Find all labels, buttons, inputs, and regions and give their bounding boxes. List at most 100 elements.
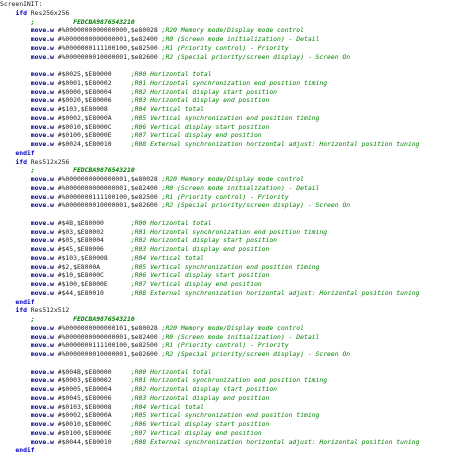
- code-instruction: move.w: [30, 192, 54, 201]
- code-line: move.w #$0010,$E8000C ;R06 Vertical disp…: [0, 123, 474, 132]
- code-instruction: move.w: [30, 122, 54, 131]
- code-bit-header-comment: ; FEDCBA9876543210: [30, 17, 135, 26]
- code-line: move.w #%0000000000000001,$e82400 ;R0 (S…: [0, 35, 474, 44]
- code-line: endif: [0, 298, 474, 307]
- code-operands: #$0025,$E80000: [53, 70, 131, 78]
- code-line: move.w #$0005,$E80004 ;R02 Horizontal di…: [0, 385, 474, 394]
- code-line: ifd Res512x256: [0, 158, 474, 167]
- code-line: ScreenINIT:: [0, 0, 474, 9]
- code-editor[interactable]: ScreenINIT: ifd Res256x256 ; FEDCBA98765…: [0, 0, 474, 460]
- code-line: move.w #$0010,$E8000C ;R06 Vertical disp…: [0, 420, 474, 429]
- code-operands: #%0000000000000001,$e82400: [53, 183, 162, 192]
- code-directive: ifd: [15, 157, 27, 166]
- code-operands: #$05,$E80004: [53, 236, 131, 245]
- code-directive: endif: [15, 297, 35, 306]
- code-comment: ;R00 Horizontal total: [130, 70, 212, 78]
- code-line: move.w #$2,$E8000A ;R05 Vertical synchro…: [0, 263, 474, 272]
- code-line: move.w #$0020,$E80006 ;R03 Horizontal di…: [0, 96, 474, 105]
- code-line: ; FEDCBA9876543210: [0, 18, 474, 27]
- code-operands: #$0002,$E8000A: [53, 411, 131, 420]
- code-comment: ;R05 Vertical synchronization end positi…: [130, 113, 320, 122]
- code-line: move.w #$0044,$E80010 ;R08 External sync…: [0, 438, 474, 447]
- code-instruction: move.w: [30, 131, 54, 140]
- code-operands: #$0044,$E80010: [53, 437, 131, 446]
- code-comment: ;R02 Horizontal display start position: [130, 236, 278, 245]
- code-comment: ;R00 Horizontal total: [130, 367, 212, 376]
- code-comment: ;R06 Vertical display start position: [130, 122, 270, 131]
- code-line: move.w #%0000000111100100,$e82500 ;R1 (P…: [0, 44, 474, 53]
- code-comment: ;R01 Horizontal synchronization end posi…: [130, 78, 328, 87]
- code-instruction: move.w: [30, 113, 54, 122]
- code-comment: ;R0 (Screen mode initialization) - Detai…: [161, 332, 320, 341]
- code-comment: ;R2 (Special priority/screen display) - …: [161, 350, 351, 358]
- code-instruction: move.w: [30, 43, 54, 52]
- code-instruction: move.w: [30, 393, 54, 402]
- code-line: move.w #%0000000010000001,$e82600 ;R2 (S…: [0, 350, 474, 359]
- code-line: move.w #%0000000111100100,$e82500 ;R1 (P…: [0, 193, 474, 202]
- code-instruction: move.w: [30, 402, 54, 411]
- code-line: endif: [0, 149, 474, 158]
- code-line: move.w #$004B,$E80000 ;R00 Horizontal to…: [0, 368, 474, 377]
- code-instruction: move.w: [30, 175, 54, 183]
- code-instruction: move.w: [30, 280, 54, 288]
- code-comment: ;R06 Vertical display start position: [130, 420, 270, 428]
- code-line: move.w #%0000000010000001,$e82600 ;R2 (S…: [0, 53, 474, 62]
- code-line: move.w #%0000000010000001,$e82600 ;R2 (S…: [0, 201, 474, 210]
- code-comment: ;R20 Memory mode/Display mode control: [161, 175, 304, 183]
- code-instruction: move.w: [30, 350, 54, 358]
- code-comment: ;R2 (Special priority/screen display) - …: [161, 52, 351, 61]
- code-line: move.w #$0025,$E80000 ;R00 Horizontal to…: [0, 70, 474, 79]
- code-instruction: move.w: [30, 35, 54, 43]
- code-comment: ;R04 Vertical total: [130, 105, 204, 113]
- code-line: move.w #$0001,$E80002 ;R01 Horizontal sy…: [0, 79, 474, 88]
- code-operands: #$0024,$E80010: [53, 140, 131, 148]
- code-comment: ;R08 External synchronization horizontal…: [130, 437, 420, 446]
- code-bit-header-comment: ; FEDCBA9876543210: [30, 315, 135, 323]
- code-line: move.w #$0100,$E8000E ;R07 Vertical disp…: [0, 429, 474, 438]
- code-instruction: move.w: [30, 411, 54, 420]
- code-operands: #%0000000010000001,$e82600: [53, 350, 162, 358]
- code-instruction: move.w: [30, 26, 54, 35]
- code-line: move.w #$0000,$E80004 ;R02 Horizontal di…: [0, 88, 474, 97]
- code-instruction: move.w: [30, 218, 54, 227]
- code-line: move.w #%0000000000000101,$e80028 ;R20 M…: [0, 324, 474, 333]
- code-operands: #$2,$E8000A: [53, 262, 131, 271]
- code-line: move.w #$4B,$E80000 ;R00 Horizontal tota…: [0, 219, 474, 228]
- code-line: move.w #$45,$E80006 ;R03 Horizontal disp…: [0, 245, 474, 254]
- code-comment: ;R02 Horizontal display start position: [130, 385, 278, 393]
- code-instruction: move.w: [30, 332, 54, 341]
- code-directive: endif: [15, 148, 35, 157]
- code-instruction: move.w: [30, 367, 54, 376]
- code-comment: ;R02 Horizontal display start position: [130, 87, 278, 96]
- code-line: move.w #$0103,$E80008 ;R04 Vertical tota…: [0, 403, 474, 412]
- code-instruction: move.w: [30, 437, 54, 446]
- code-instruction: move.w: [30, 420, 54, 428]
- code-directive: ifd: [15, 306, 27, 315]
- code-label: ScreenINIT:: [0, 0, 43, 8]
- code-operands: #%0000000000000001,$e82400: [53, 35, 162, 43]
- code-instruction: move.w: [30, 78, 54, 87]
- code-operands: #%0000000111100100,$e82500: [53, 341, 162, 350]
- code-line: move.w #%0000000000000001,$e82400 ;R0 (S…: [0, 333, 474, 342]
- code-operands: #$0103,$E80008: [53, 402, 131, 411]
- code-instruction: move.w: [30, 253, 54, 262]
- code-comment: ;R06 Vertical display start position: [130, 271, 270, 280]
- code-comment: ;R01 Horizontal synchronization end posi…: [130, 227, 328, 236]
- code-operands: #%0000000000000101,$e80028: [53, 323, 162, 332]
- code-instruction: move.w: [30, 236, 54, 245]
